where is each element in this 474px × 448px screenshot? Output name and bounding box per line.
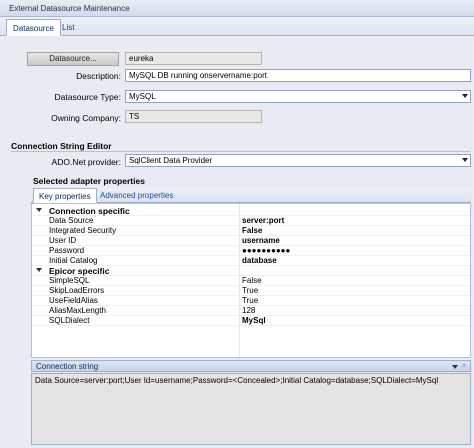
datasource-field: eureka <box>125 52 262 65</box>
pin-icon[interactable]: ✕ <box>461 362 467 370</box>
owning-company-label: Owning Company: <box>51 113 121 123</box>
tab-datasource[interactable]: Datasource <box>6 19 61 36</box>
adapter-properties-title: Selected adapter properties <box>33 176 145 186</box>
connection-string-label: Connection string <box>36 362 99 371</box>
collapse-triangle-icon[interactable] <box>36 268 42 272</box>
description-input[interactable]: MySQL DB running onservername:port <box>125 69 471 82</box>
property-row[interactable]: Data Source server:port <box>32 216 470 226</box>
property-row[interactable]: Password ●●●●●●●●●● <box>32 246 470 256</box>
property-row[interactable]: SimpleSQL False <box>32 276 470 286</box>
chevron-down-icon[interactable] <box>452 365 458 369</box>
window-titlebar: External Datasource Maintenance <box>0 0 474 17</box>
property-row[interactable]: UseFieldAlias True <box>32 296 470 306</box>
connection-string-header[interactable]: Connection string ✕ <box>31 360 471 372</box>
tab-list[interactable]: List <box>56 19 80 36</box>
property-row[interactable]: AliasMaxLength 128 <box>32 306 470 316</box>
property-row[interactable]: Initial Catalog database <box>32 256 470 266</box>
datasource-type-label: Datasource Type: <box>54 92 121 102</box>
connection-string-text[interactable]: Data Source=server:port;User Id=username… <box>31 373 471 445</box>
owning-company-field: TS <box>125 110 262 123</box>
datasource-type-value: MySQL <box>129 92 156 101</box>
property-row[interactable]: SkipLoadErrors True <box>32 286 470 296</box>
connection-editor-title: Connection String Editor <box>11 141 112 151</box>
tab-key-properties[interactable]: Key properties <box>33 188 97 203</box>
collapse-triangle-icon[interactable] <box>36 208 42 212</box>
ado-provider-select[interactable]: SqlClient Data Provider <box>125 154 471 167</box>
main-tabstrip: Datasource List <box>0 17 474 36</box>
chevron-down-icon[interactable] <box>462 158 468 162</box>
ado-provider-label: ADO.Net provider: <box>51 157 121 167</box>
chevron-down-icon[interactable] <box>462 94 468 98</box>
section-divider <box>11 151 471 152</box>
category-epicor-specific[interactable]: Epicor specific <box>32 266 470 276</box>
adapter-subtabs: Key properties Advanced properties <box>31 187 471 203</box>
ado-provider-value: SqlClient Data Provider <box>129 156 213 165</box>
tab-advanced-properties[interactable]: Advanced properties <box>95 188 178 203</box>
datasource-type-select[interactable]: MySQL <box>125 90 471 103</box>
description-label: Description: <box>76 71 121 81</box>
property-row[interactable]: Integrated Security False <box>32 226 470 236</box>
property-row[interactable]: User ID username <box>32 236 470 246</box>
datasource-button[interactable]: Datasource... <box>27 52 119 66</box>
window-title: External Datasource Maintenance <box>9 4 130 13</box>
category-connection-specific[interactable]: Connection specific <box>32 206 470 216</box>
property-row[interactable]: SQLDialect MySql <box>32 316 470 326</box>
property-grid: Connection specific Data Source server:p… <box>31 203 471 358</box>
